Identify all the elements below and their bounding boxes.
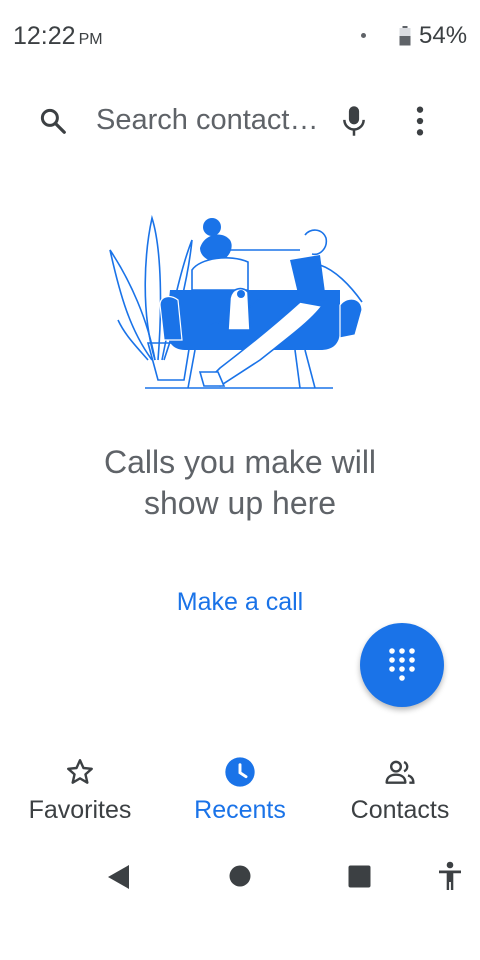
search-bar[interactable]: Search contact… bbox=[20, 88, 460, 154]
system-navigation-bar bbox=[0, 846, 480, 906]
notification-dot-icon bbox=[361, 33, 366, 38]
bottom-navigation: Favorites Recents Contacts bbox=[0, 740, 480, 840]
dialpad-fab-button[interactable] bbox=[360, 623, 444, 707]
star-outline-icon bbox=[67, 759, 93, 784]
battery-percent: 54% bbox=[419, 22, 468, 49]
accessibility-icon[interactable] bbox=[437, 861, 463, 891]
back-icon[interactable] bbox=[107, 864, 131, 890]
tab-recents[interactable]: Recents bbox=[160, 740, 320, 840]
clock-icon bbox=[225, 757, 255, 787]
status-time-value: 12:22 bbox=[13, 22, 76, 50]
battery-icon bbox=[399, 26, 411, 46]
tab-contacts-label: Contacts bbox=[350, 796, 450, 824]
home-icon[interactable] bbox=[229, 865, 251, 887]
status-clock: 12:22 PM bbox=[13, 22, 103, 51]
tab-favorites-label: Favorites bbox=[28, 796, 132, 824]
tab-contacts[interactable]: Contacts bbox=[320, 740, 480, 840]
empty-state-illustration bbox=[109, 214, 363, 389]
empty-state-message: Calls you make will show up here bbox=[103, 444, 377, 521]
status-time-ampm: PM bbox=[78, 31, 103, 48]
dialpad-icon bbox=[389, 648, 415, 681]
search-input[interactable]: Search contact… bbox=[96, 104, 318, 137]
make-a-call-link[interactable]: Make a call bbox=[140, 588, 340, 617]
search-icon[interactable] bbox=[38, 106, 68, 136]
more-vert-icon[interactable] bbox=[413, 104, 427, 138]
mic-icon[interactable] bbox=[340, 104, 368, 138]
status-bar: 12:22 PM 54% bbox=[0, 0, 480, 72]
tab-recents-label: Recents bbox=[194, 796, 286, 824]
phone-app-screen: 12:22 PM 54% Search contact… Calls you m… bbox=[0, 0, 480, 960]
people-icon bbox=[385, 760, 415, 784]
recents-square-icon[interactable] bbox=[348, 865, 371, 888]
tab-favorites[interactable]: Favorites bbox=[0, 740, 160, 840]
